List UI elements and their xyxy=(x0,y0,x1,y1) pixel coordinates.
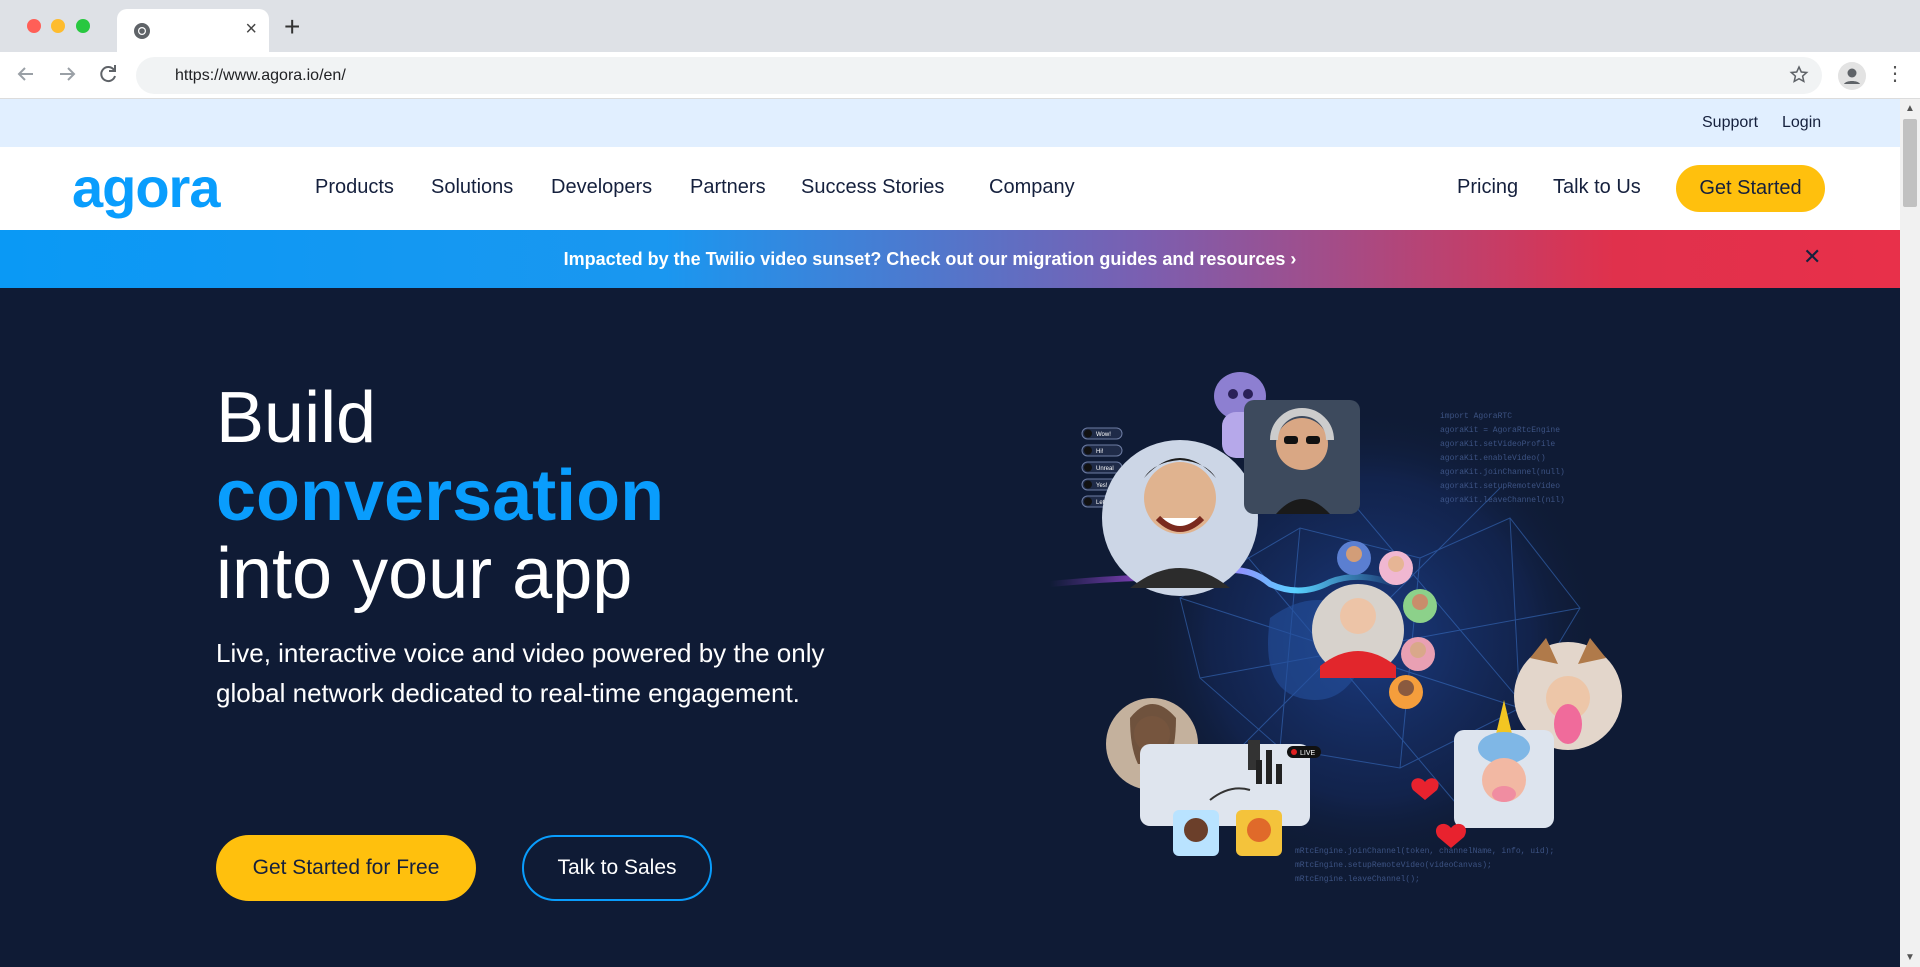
close-window-button[interactable] xyxy=(27,19,41,33)
forward-arrow-icon[interactable] xyxy=(55,62,79,86)
video-tile-presentation xyxy=(1140,740,1310,826)
svg-text:Unreal: Unreal xyxy=(1096,466,1114,472)
svg-text:Yes!: Yes! xyxy=(1096,483,1108,489)
hero-illustration: import AgoraRTC agoraKit = AgoraRtcEngin… xyxy=(1049,372,1622,884)
browser-toolbar: https://www.agora.io/en/ ⋮ xyxy=(0,52,1920,99)
svg-text:agoraKit.enableVideo(): agoraKit.enableVideo() xyxy=(1440,454,1546,463)
video-tile-gamer xyxy=(1244,400,1360,514)
browser-menu-icon[interactable]: ⋮ xyxy=(1885,64,1905,84)
scroll-up-arrow-icon[interactable]: ▲ xyxy=(1905,103,1915,114)
nav-developers[interactable]: Developers xyxy=(551,176,652,199)
svg-text:LIVE: LIVE xyxy=(1300,750,1316,757)
scroll-down-arrow-icon[interactable]: ▼ xyxy=(1905,952,1915,963)
login-link[interactable]: Login xyxy=(1782,114,1821,132)
live-badge: LIVE xyxy=(1287,746,1321,758)
svg-text:agoraKit.setVideoProfile: agoraKit.setVideoProfile xyxy=(1440,440,1555,449)
chrome-favicon-icon xyxy=(134,23,150,39)
svg-text:import AgoraRTC: import AgoraRTC xyxy=(1440,412,1512,421)
nav-products[interactable]: Products xyxy=(315,176,394,199)
web-page: Support Login agora Products Solutions D… xyxy=(0,99,1900,967)
get-started-button[interactable]: Get Started xyxy=(1676,165,1825,212)
hero-subtitle: Live, interactive voice and video powere… xyxy=(216,638,825,708)
svg-text:Wow!: Wow! xyxy=(1096,432,1111,438)
browser-tab[interactable]: × xyxy=(117,9,269,52)
hero-section: Build conversation into your app Live, i… xyxy=(0,288,1900,967)
nav-partners[interactable]: Partners xyxy=(690,176,766,199)
address-bar[interactable]: https://www.agora.io/en/ xyxy=(136,57,1822,94)
profile-avatar-icon[interactable] xyxy=(1838,62,1866,90)
announcement-banner: Impacted by the Twilio video sunset? Che… xyxy=(0,230,1900,288)
video-tile-laughing-man xyxy=(1102,440,1258,596)
back-arrow-icon[interactable] xyxy=(14,62,38,86)
nav-success-stories[interactable]: Success Stories xyxy=(801,176,944,199)
utility-bar: Support Login xyxy=(0,99,1900,147)
agora-logo[interactable]: agora xyxy=(72,160,220,216)
hero-title-highlight: conversation xyxy=(216,456,665,536)
url-text: https://www.agora.io/en/ xyxy=(175,67,346,84)
svg-text:mRtcEngine.leaveChannel();: mRtcEngine.leaveChannel(); xyxy=(1295,875,1420,884)
new-tab-button[interactable]: + xyxy=(284,13,300,41)
scrollbar-thumb[interactable] xyxy=(1903,119,1917,207)
bookmark-star-icon[interactable] xyxy=(1789,65,1809,85)
main-navigation: agora Products Solutions Developers Part… xyxy=(0,147,1900,230)
page-scrollbar[interactable]: ▲ ▼ xyxy=(1900,99,1920,967)
banner-close-icon[interactable]: ✕ xyxy=(1803,244,1821,270)
close-tab-icon[interactable]: × xyxy=(245,19,257,39)
browser-tabstrip: × + xyxy=(0,0,1920,52)
hero-title-line-3: into your app xyxy=(216,534,633,614)
minimize-window-button[interactable] xyxy=(51,19,65,33)
banner-message-link[interactable]: Impacted by the Twilio video sunset? Che… xyxy=(0,249,1860,270)
nav-solutions[interactable]: Solutions xyxy=(431,176,513,199)
svg-text:agoraKit = AgoraRtcEngine: agoraKit = AgoraRtcEngine xyxy=(1440,426,1560,435)
svg-text:agoraKit.leaveChannel(nil): agoraKit.leaveChannel(nil) xyxy=(1440,496,1565,505)
support-link[interactable]: Support xyxy=(1702,114,1758,132)
reload-icon[interactable] xyxy=(96,62,120,86)
hero-title-line-1: Build xyxy=(216,378,377,458)
svg-text:mRtcEngine.joinChannel(token,: mRtcEngine.joinChannel(token, channelNam… xyxy=(1295,847,1554,856)
nav-company[interactable]: Company xyxy=(989,176,1075,199)
svg-text:agoraKit.setupRemoteVideo: agoraKit.setupRemoteVideo xyxy=(1440,482,1560,491)
talk-to-sales-button[interactable]: Talk to Sales xyxy=(522,835,712,901)
nav-pricing[interactable]: Pricing xyxy=(1457,176,1518,199)
svg-text:agoraKit.joinChannel(null): agoraKit.joinChannel(null) xyxy=(1440,468,1565,477)
maximize-window-button[interactable] xyxy=(76,19,90,33)
nav-talk-to-us[interactable]: Talk to Us xyxy=(1553,176,1641,199)
video-tile-woman-red xyxy=(1312,584,1404,678)
svg-text:mRtcEngine.setupRemoteVideo(vi: mRtcEngine.setupRemoteVideo(videoCanvas)… xyxy=(1295,861,1492,870)
svg-text:Hi!: Hi! xyxy=(1096,449,1104,455)
get-started-free-button[interactable]: Get Started for Free xyxy=(216,835,476,901)
